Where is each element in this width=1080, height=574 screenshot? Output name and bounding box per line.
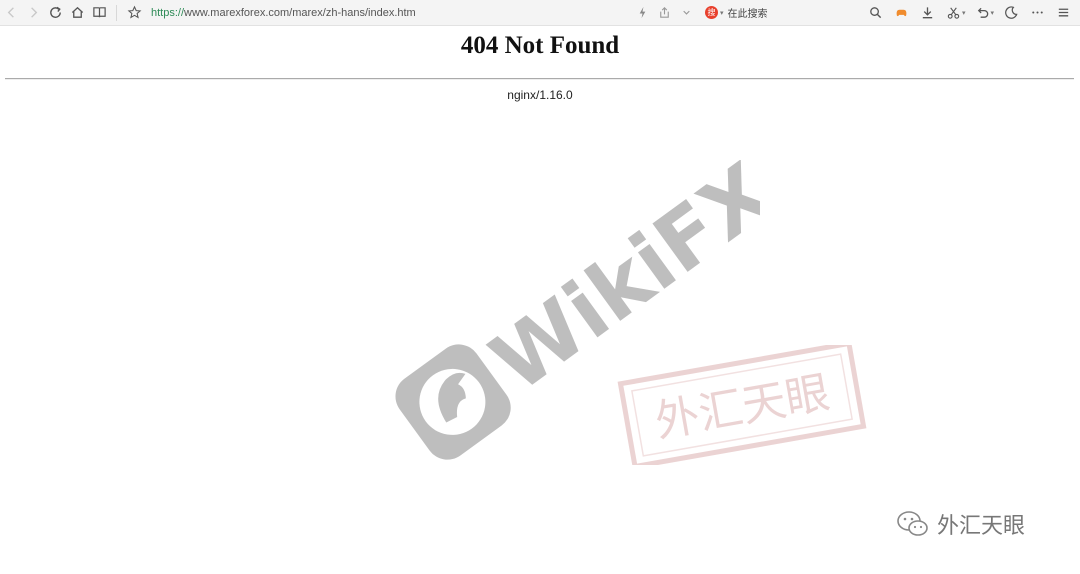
wikifx-watermark: WikiFX — [395, 160, 760, 460]
account-watermark: 外汇天眼 — [895, 508, 1025, 540]
server-signature: nginx/1.16.0 — [507, 88, 573, 102]
wikifx-brand-text: WikiFX — [475, 160, 760, 411]
account-name: 外汇天眼 — [937, 514, 1026, 539]
download-icon[interactable] — [917, 2, 939, 24]
share-icon[interactable] — [653, 2, 675, 24]
menu-hamburger-icon[interactable] — [1052, 2, 1074, 24]
reload-icon[interactable] — [44, 2, 66, 24]
bookmark-star-icon[interactable] — [123, 2, 145, 24]
flash-icon[interactable] — [631, 2, 653, 24]
undo-caret-icon[interactable]: ▾ — [990, 9, 994, 17]
forward-arrow-icon[interactable] — [22, 2, 44, 24]
address-bar-url[interactable]: https://www.marexforex.com/marex/zh-hans… — [151, 7, 631, 19]
search-engine-logo-icon[interactable]: 搜 — [705, 6, 718, 19]
horizontal-rule — [5, 78, 1074, 80]
wechat-icon — [897, 511, 928, 536]
page-title: 404 Not Found — [460, 32, 620, 59]
url-path: www.marexforex.com/marex/zh-hans/index.h… — [184, 6, 416, 19]
reader-book-icon[interactable] — [88, 2, 110, 24]
url-protocol: https:// — [151, 6, 185, 19]
wikifx-eagle-logo-icon — [395, 344, 511, 460]
more-dots-icon[interactable] — [1026, 2, 1048, 24]
game-controller-icon[interactable] — [891, 2, 913, 24]
browser-toolbar: https://www.marexforex.com/marex/zh-hans… — [0, 0, 1080, 26]
search-placeholder: 在此搜索 — [727, 9, 768, 20]
toolbar-divider — [116, 4, 117, 21]
stamp-text: 外汇天眼 — [651, 367, 833, 448]
search-box[interactable]: 搜 ▾ 在此搜索 — [705, 5, 817, 20]
dropdown-chevron-icon[interactable] — [675, 2, 697, 24]
search-magnifier-icon[interactable] — [865, 2, 887, 24]
toolbar-right-tools: ▾ ▾ — [861, 2, 1080, 24]
night-mode-moon-icon[interactable] — [1000, 2, 1022, 24]
home-icon[interactable] — [66, 2, 88, 24]
scissors-caret-icon[interactable]: ▾ — [962, 9, 966, 17]
search-engine-caret-icon[interactable]: ▾ — [720, 9, 724, 17]
stamp-watermark: 外汇天眼 — [617, 345, 867, 465]
back-arrow-icon[interactable] — [0, 2, 22, 24]
